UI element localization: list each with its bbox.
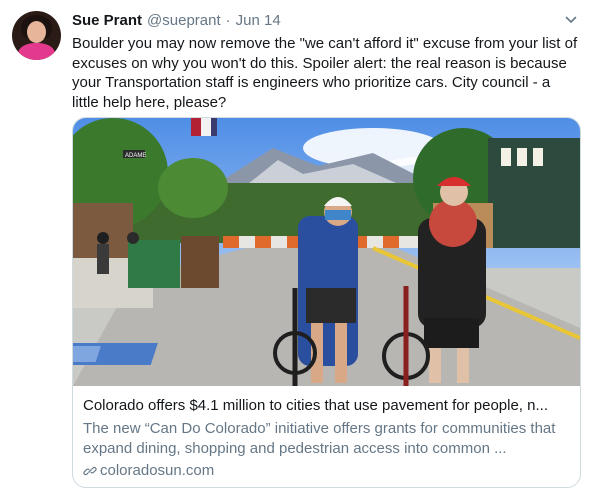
- avatar[interactable]: [12, 11, 61, 60]
- user-name[interactable]: Sue Prant: [72, 12, 142, 29]
- card-description: The new “Can Do Colorado” initiative off…: [83, 420, 556, 457]
- tweet-text: Boulder you may now remove the "we can't…: [72, 35, 578, 111]
- link-card[interactable]: ADAME Colorado offers $4.1 million to ci…: [72, 117, 581, 488]
- tweet[interactable]: Sue Prant @sueprant · Jun 14 Boulder you…: [0, 0, 589, 488]
- street-sign-text: ADAME: [125, 153, 146, 159]
- card-text: Colorado offers $4.1 million to cities t…: [83, 396, 571, 481]
- avatar-face: [27, 21, 46, 43]
- user-handle[interactable]: @sueprant: [147, 12, 221, 29]
- link-icon: [83, 466, 97, 476]
- separator: ·: [225, 12, 231, 29]
- article-photo: ADAME: [73, 118, 580, 386]
- tweet-date[interactable]: Jun 14: [236, 12, 281, 29]
- avatar-body: [18, 43, 55, 60]
- tweet-header: Sue Prant @sueprant · Jun 14: [72, 12, 281, 32]
- card-domain-text[interactable]: coloradosun.com: [100, 461, 214, 481]
- card-domain[interactable]: coloradosun.com: [83, 461, 571, 481]
- chevron-down-icon[interactable]: [565, 14, 577, 26]
- card-title[interactable]: Colorado offers $4.1 million to cities t…: [83, 396, 571, 416]
